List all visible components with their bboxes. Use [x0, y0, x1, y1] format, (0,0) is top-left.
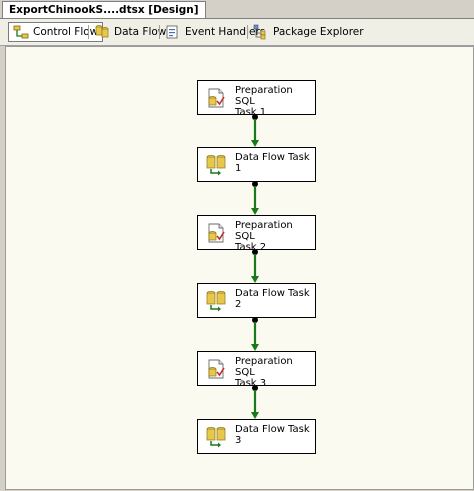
arrowhead — [251, 412, 259, 419]
event-handlers-icon — [166, 25, 178, 39]
arrowhead — [251, 276, 259, 283]
task-label: Preparation SQL Task 3 — [235, 356, 293, 389]
task-box[interactable]: Data Flow Task 3 — [197, 419, 316, 454]
control-flow-icon — [13, 25, 29, 39]
package-explorer-icon — [253, 24, 266, 40]
tab-separator — [159, 25, 160, 39]
task-label: Preparation SQL Task 2 — [235, 220, 293, 253]
tab-label: Package Explorer — [273, 26, 364, 38]
task-label: Preparation SQL Task 1 — [235, 85, 293, 118]
tab-package-explorer[interactable]: Package Explorer — [249, 22, 368, 42]
arrowhead — [251, 140, 259, 147]
tab-separator — [88, 25, 89, 39]
task-box[interactable]: Data Flow Task 2 — [197, 283, 316, 318]
task-box[interactable]: Data Flow Task 1 — [197, 147, 316, 182]
task-box[interactable]: Preparation SQL Task 1 — [197, 80, 316, 118]
data-flow-icon — [95, 25, 109, 38]
task-label: Data Flow Task 3 — [235, 424, 310, 446]
task-label: Data Flow Task 1 — [235, 152, 310, 174]
designer-tab-bar: Control Flow Data Flow Event Handlers Pa… — [0, 18, 474, 46]
arrowhead — [251, 344, 259, 351]
control-flow-canvas[interactable]: Preparation SQL Task 1 Data Flow Task 1 Pr… — [5, 46, 474, 490]
document-tab[interactable]: ExportChinookS....dtsx [Design] — [2, 1, 206, 18]
tab-separator — [247, 25, 248, 39]
task-box[interactable]: Preparation SQL Task 2 — [197, 215, 316, 253]
task-label: Data Flow Task 2 — [235, 288, 310, 310]
arrowhead — [251, 208, 259, 215]
task-box[interactable]: Preparation SQL Task 3 — [197, 351, 316, 389]
